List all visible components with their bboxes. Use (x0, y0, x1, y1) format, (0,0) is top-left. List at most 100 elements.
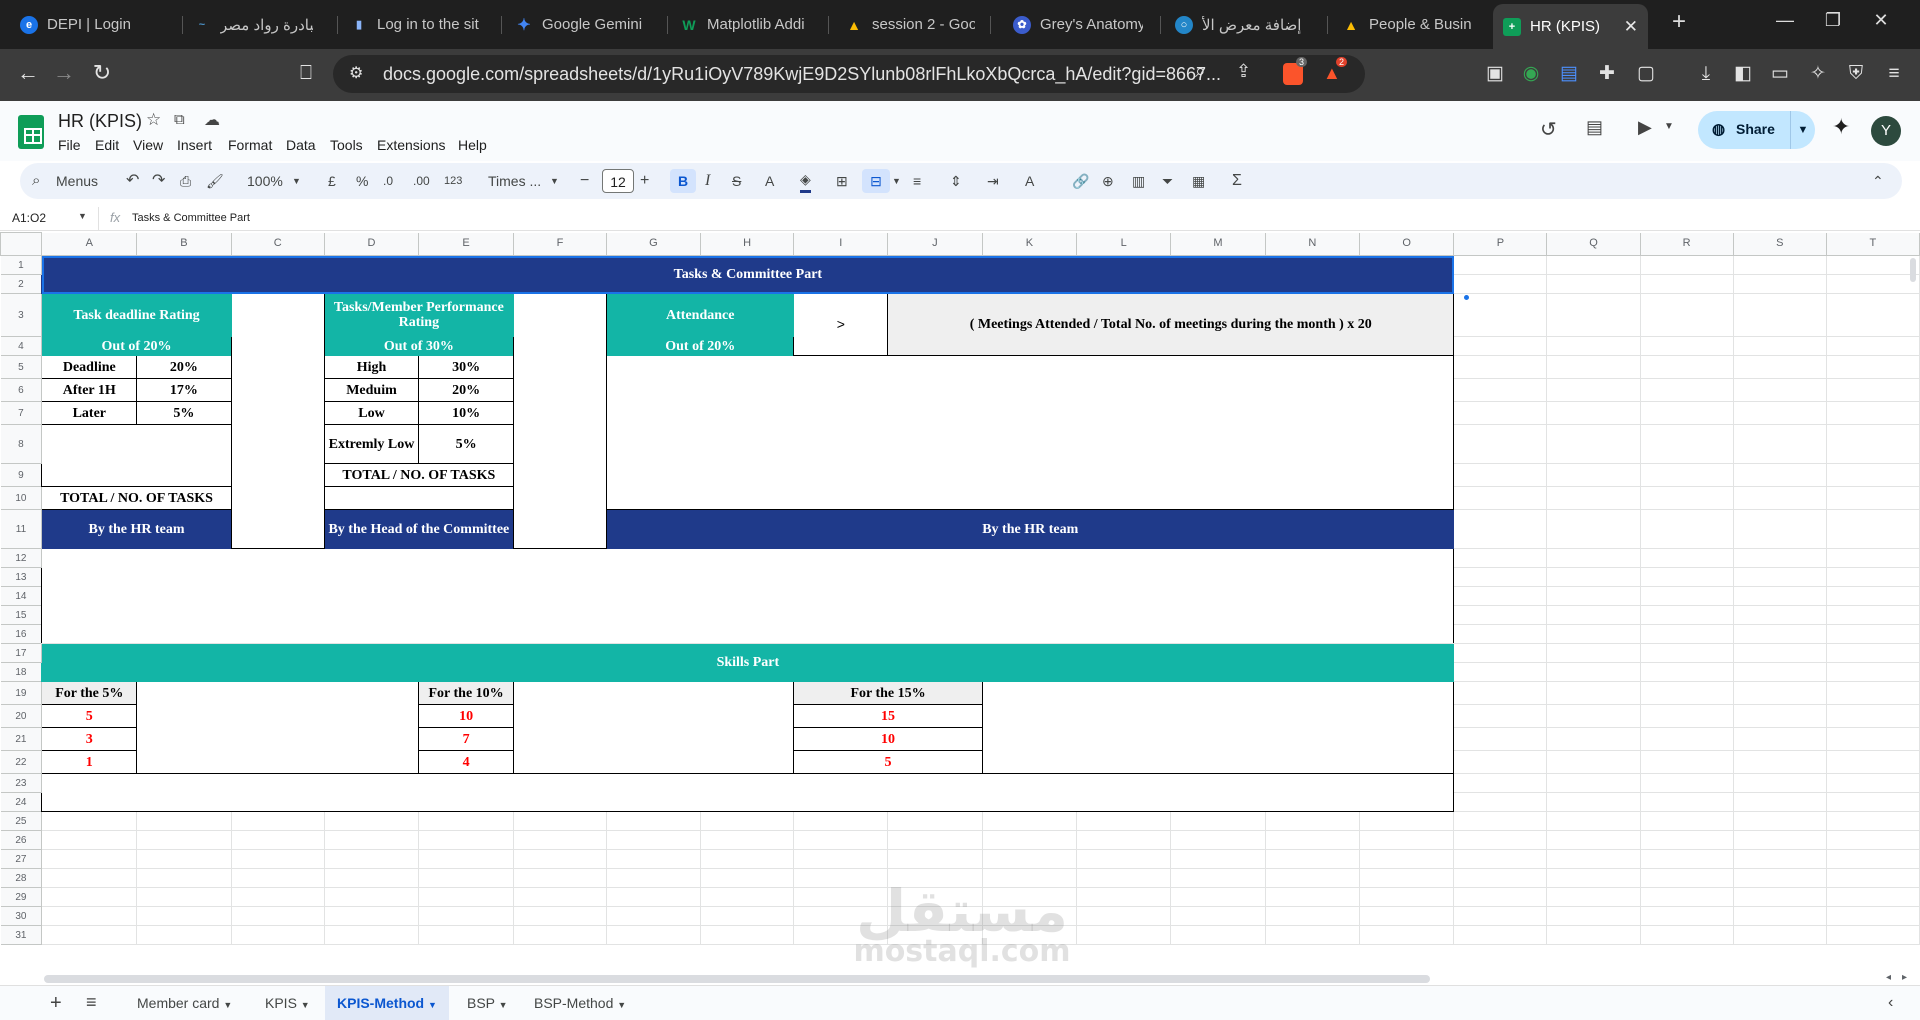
reload-icon[interactable]: ↻ (86, 59, 118, 87)
menu-extensions[interactable]: Extensions (377, 137, 445, 153)
column-header[interactable]: C (231, 232, 325, 256)
row-header[interactable]: 7 (0, 401, 43, 425)
blank-cell[interactable] (136, 681, 420, 774)
bold-button[interactable]: B (670, 169, 696, 193)
performance-header[interactable]: Tasks/Member Performance Rating (323, 293, 514, 337)
zoom-select[interactable]: 100% (247, 169, 283, 193)
chevron-down-icon[interactable]: ▼ (428, 1000, 437, 1010)
attendance-subheader[interactable]: Out of 20% (606, 336, 795, 356)
row-header[interactable]: 10 (0, 486, 43, 510)
borders-icon[interactable]: ⊞ (836, 169, 848, 193)
row-header[interactable]: 18 (0, 662, 43, 682)
browser-tab[interactable]: ○ إضافة معرض الأ (1165, 6, 1325, 43)
deadline-label[interactable]: Later (41, 401, 138, 425)
row-header[interactable]: 2 (0, 274, 43, 294)
row-header[interactable]: 29 (0, 887, 43, 907)
font-select[interactable]: Times ... (488, 169, 541, 193)
wallet-icon[interactable]: ▭ (1767, 61, 1793, 87)
back-icon[interactable]: ← (12, 59, 44, 87)
row-header[interactable]: 15 (0, 605, 43, 625)
skill-value[interactable]: 3 (41, 727, 138, 751)
column-header[interactable]: D (324, 232, 420, 256)
deadline-label[interactable]: After 1H (41, 378, 138, 402)
name-box[interactable]: A1:O2 (12, 211, 46, 225)
filter-icon[interactable]: ⏷ (1162, 169, 1173, 193)
row-header[interactable]: 21 (0, 727, 43, 751)
sidebar-icon[interactable]: ◧ (1730, 61, 1756, 87)
column-header[interactable]: T (1826, 232, 1920, 256)
attendance-blank-area[interactable] (606, 355, 1455, 510)
blank-cell[interactable] (41, 424, 232, 487)
blank-band[interactable] (41, 548, 1455, 644)
menu-insert[interactable]: Insert (177, 137, 212, 153)
zoom-icon[interactable]: ⌕ (1195, 61, 1206, 83)
blank-cell[interactable] (981, 681, 1455, 774)
scroll-right-icon[interactable]: ▸ (1902, 972, 1907, 983)
row-header[interactable]: 1 (0, 255, 43, 275)
decrease-decimal-button[interactable]: .0 (383, 169, 393, 193)
text-color-button[interactable]: A (765, 169, 774, 193)
paint-format-icon[interactable]: 🖌 (206, 169, 224, 193)
chevron-down-icon[interactable]: ▼ (301, 1000, 310, 1010)
blank-cell[interactable] (323, 486, 514, 510)
selection-handle[interactable] (1463, 294, 1470, 301)
skill-value[interactable]: 15 (793, 704, 983, 728)
menu-tools[interactable]: Tools (330, 137, 363, 153)
star-icon[interactable]: ☆ (146, 110, 161, 130)
close-tab-icon[interactable]: ✕ (1616, 17, 1638, 37)
grammar-icon[interactable]: ◉ (1518, 61, 1544, 87)
column-header[interactable]: J (887, 232, 983, 256)
row-header[interactable]: 14 (0, 586, 43, 606)
font-size-increase-icon[interactable]: + (640, 169, 649, 193)
performance-value[interactable]: 10% (418, 401, 514, 425)
forward-icon[interactable]: → (48, 59, 80, 87)
skill-header[interactable]: For the 10% (418, 681, 514, 705)
row-header[interactable]: 13 (0, 567, 43, 587)
deadline-value[interactable]: 5% (136, 401, 232, 425)
menu-file[interactable]: File (58, 137, 81, 153)
task-deadline-footer[interactable]: By the HR team (41, 509, 232, 549)
skill-value[interactable]: 10 (793, 727, 983, 751)
gemini-icon[interactable]: ✦ (1832, 114, 1850, 140)
meet-icon[interactable]: ▶ (1638, 117, 1652, 138)
row-header[interactable]: 6 (0, 378, 43, 402)
performance-total[interactable]: TOTAL / NO. OF TASKS (323, 463, 514, 487)
deadline-value[interactable]: 20% (136, 355, 232, 379)
browser-tab[interactable]: e DEPI | Login (10, 6, 180, 43)
menu-edit[interactable]: Edit (95, 137, 119, 153)
image-icon[interactable]: ▣ (1482, 61, 1508, 87)
skill-value[interactable]: 10 (418, 704, 514, 728)
all-sheets-icon[interactable]: ≡ (86, 992, 97, 1013)
column-header[interactable]: B (136, 232, 232, 256)
row-header[interactable]: 24 (0, 792, 43, 812)
blank-band[interactable] (41, 773, 1455, 812)
site-info-icon[interactable]: ⚙ (349, 63, 363, 83)
performance-value[interactable]: 30% (418, 355, 514, 379)
tasks-committee-title[interactable]: Tasks & Committee Part (41, 255, 1455, 294)
vertical-scrollbar[interactable] (1910, 258, 1916, 282)
restore-icon[interactable]: ❐ (1818, 10, 1848, 31)
task-deadline-header[interactable]: Task deadline Rating (41, 293, 232, 337)
row-header[interactable]: 22 (0, 750, 43, 774)
share-button[interactable]: ◍ Share ▼ (1698, 111, 1815, 149)
collapse-panel-icon[interactable]: ‹ (1888, 994, 1893, 1012)
column-header[interactable]: Q (1546, 232, 1641, 256)
document-title[interactable]: HR (KPIS) (58, 111, 142, 132)
chevron-down-icon[interactable]: ▼ (892, 169, 901, 193)
row-header[interactable]: 8 (0, 424, 43, 464)
attendance-footer[interactable]: By the HR team (606, 509, 1455, 549)
spreadsheet-grid[interactable]: A B C D E F G H I J K L M N O P Q R S T … (0, 232, 1920, 978)
menu-icon[interactable]: ≡ (1881, 61, 1907, 87)
column-header[interactable]: G (606, 232, 701, 256)
performance-label[interactable]: High (323, 355, 420, 379)
row-header[interactable]: 17 (0, 643, 43, 663)
print-icon[interactable]: ⎙ (180, 169, 191, 193)
sheet-tab-kpis-method[interactable]: KPIS-Method ▼ (325, 986, 449, 1020)
download-icon[interactable]: ⤓ (1693, 61, 1719, 87)
sheet-tab-bsp-method[interactable]: BSP-Method ▼ (522, 986, 638, 1020)
browser-tab[interactable]: ~ مبادرة رواد مصر (183, 6, 323, 43)
reader-icon[interactable]: ▢ (1633, 61, 1659, 87)
menu-view[interactable]: View (133, 137, 163, 153)
browser-tab-active[interactable]: + HR (KPIS) ✕ (1493, 4, 1648, 49)
chevron-down-icon[interactable]: ▼ (617, 1000, 626, 1010)
